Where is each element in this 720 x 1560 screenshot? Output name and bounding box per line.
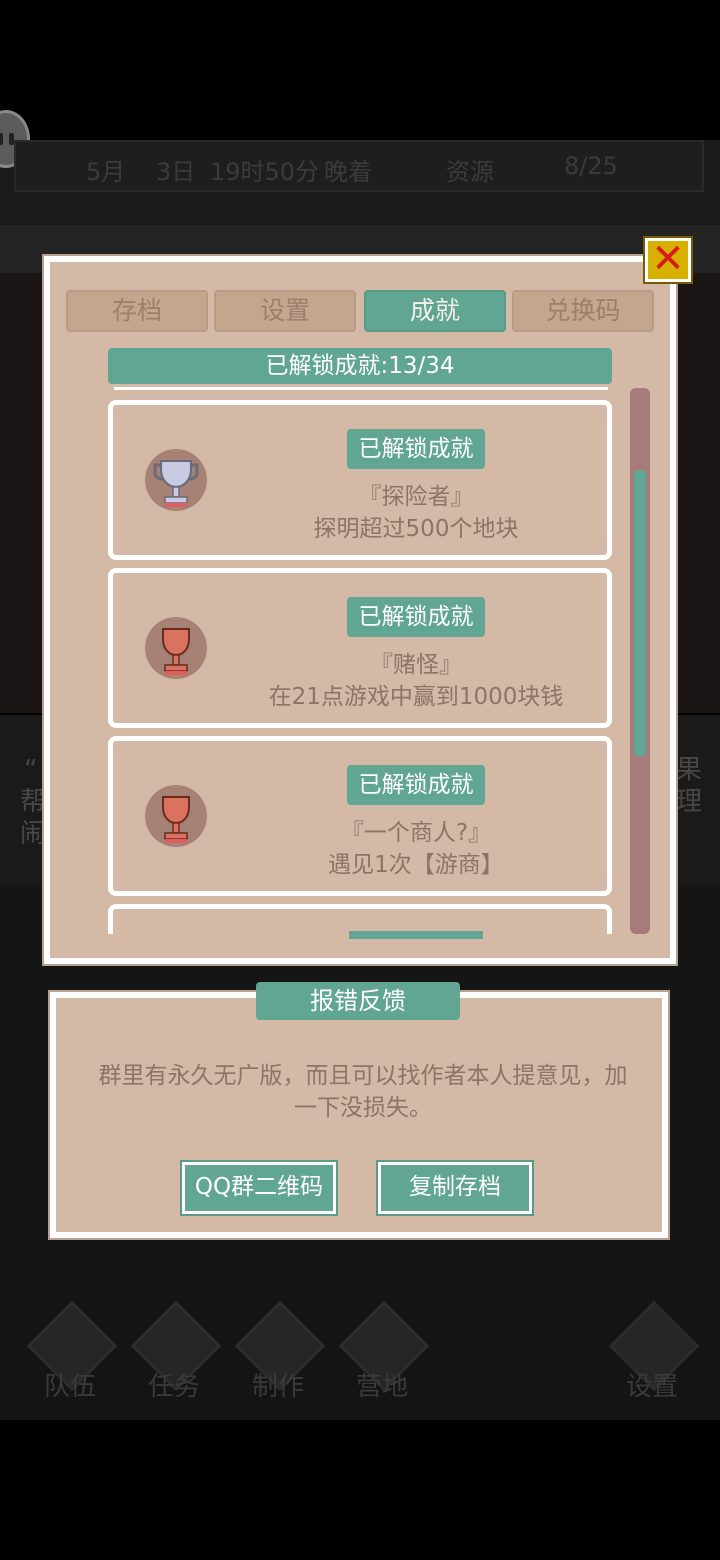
achievement-name: 『探险者』 [358,484,474,510]
scrollbar-thumb[interactable] [634,470,646,756]
unlocked-badge: 已解锁成就 [347,765,485,805]
tab-achievements[interactable]: 成就 [364,290,506,332]
nav-tasks-label: 任务 [147,1372,200,1402]
status-day: 3日 [156,158,196,186]
nav-camp-label: 营地 [355,1372,408,1402]
nav-craft-label: 制作 [251,1372,304,1402]
nav-settings[interactable]: 设置 [602,1300,702,1414]
bottom-nav: 队伍 任务 制作 营地 设置 [0,1292,720,1420]
top-blackout [0,0,720,140]
achievement-description: 探明超过500个地块 [313,516,519,542]
copy-save-button[interactable]: 复制存档 [376,1160,534,1216]
unlocked-count-bar: 已解锁成就:13/34 [108,348,612,384]
feedback-message: 群里有永久无广版，而且可以找作者本人提意见，加 一下没损失。 [78,1060,648,1124]
nav-team-label: 队伍 [43,1372,96,1402]
status-bar: 5月 3日 19时50分 晚着 资源 8/25 [14,140,704,192]
status-resource: 资源 [446,158,494,186]
story-char: “ [24,755,38,785]
tab-save[interactable]: 存档 [66,290,208,332]
achievement-card: 已解锁成就 『一个商人?』 遇见1次【游商】 [108,736,612,896]
status-count: 8/25 [564,152,618,180]
achievement-description: 遇见1次【游商】 [328,852,504,878]
feedback-message-line1: 群里有永久无广版，而且可以找作者本人提意见，加 [98,1063,628,1089]
nav-team[interactable]: 队伍 [20,1300,120,1414]
bronze-trophy-icon [143,783,209,849]
achievement-name: 『一个商人?』 [340,820,492,846]
story-char: 闹 [20,819,47,849]
story-char: 理 [676,787,703,817]
status-time: 19时50分 [210,158,320,186]
nav-camp[interactable]: 营地 [332,1300,432,1414]
nav-craft[interactable]: 制作 [228,1300,328,1414]
story-char: 果 [676,755,703,785]
feedback-message-line2: 一下没损失。 [294,1095,432,1121]
achievement-card-partial [108,904,612,939]
unlocked-badge-edge [349,931,483,939]
status-month: 5月 [86,158,126,186]
list-divider [114,387,608,390]
status-period: 晚着 [324,158,372,186]
silver-trophy-icon [143,447,209,513]
achievement-card: 已解锁成就 『探险者』 探明超过500个地块 [108,400,612,560]
feedback-title: 报错反馈 [256,982,460,1020]
nav-settings-label: 设置 [625,1372,678,1402]
qq-group-qr-button[interactable]: QQ群二维码 [180,1160,338,1216]
tab-redeem-code[interactable]: 兑换码 [512,290,654,332]
close-button[interactable]: ✕ [643,236,693,284]
tab-settings[interactable]: 设置 [214,290,356,332]
achievement-description: 在21点游戏中赢到1000块钱 [268,684,564,710]
bottom-blackout [0,1420,720,1560]
bronze-trophy-icon [143,615,209,681]
unlocked-badge: 已解锁成就 [347,597,485,637]
achievement-card: 已解锁成就 『赌怪』 在21点游戏中赢到1000块钱 [108,568,612,728]
story-char: 帮 [20,787,47,817]
unlocked-badge: 已解锁成就 [347,429,485,469]
achievement-name: 『赌怪』 [370,652,462,678]
nav-tasks[interactable]: 任务 [124,1300,224,1414]
